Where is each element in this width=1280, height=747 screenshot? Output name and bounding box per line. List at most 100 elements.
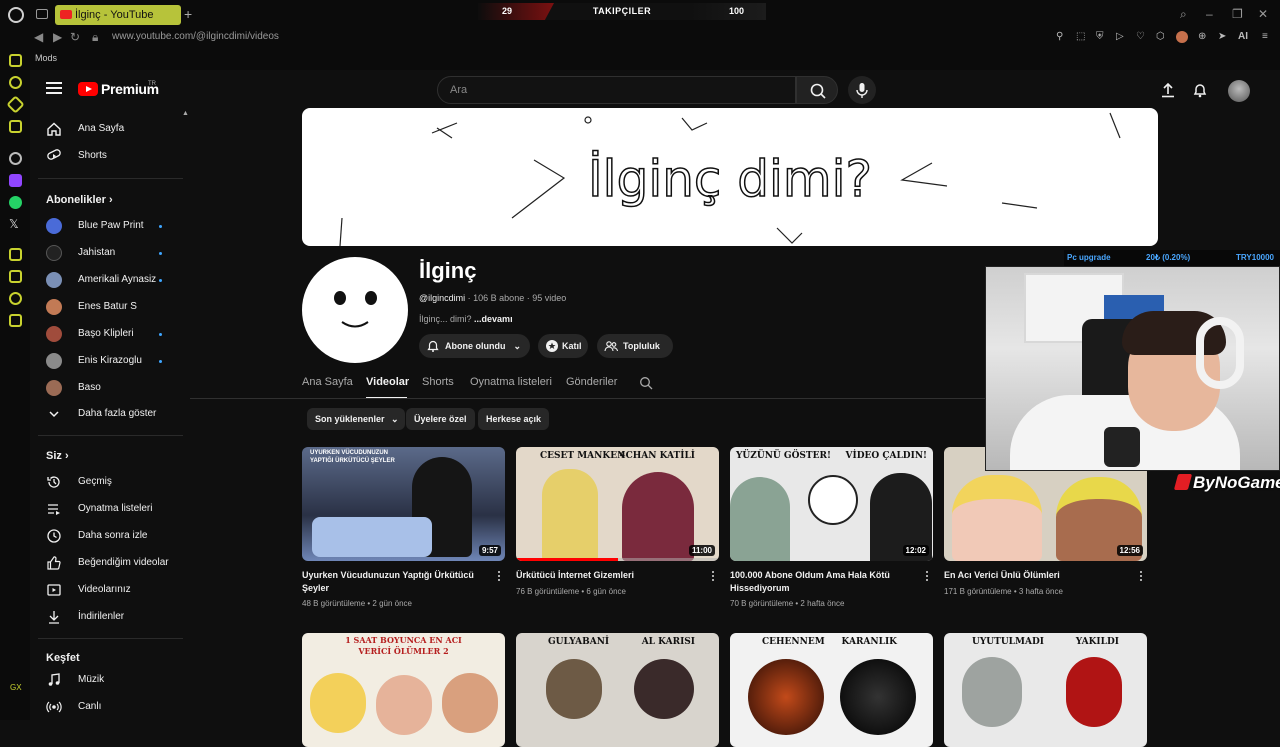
show-more-button[interactable]: Daha fazla göster [30,401,185,427]
video-thumbnail[interactable]: YÜZÜNÜ GÖSTER! VİDEO ÇALDIN! 12:02 [730,447,933,561]
guide-item-playlists[interactable]: Oynatma listeleri [30,496,185,522]
subscriptions-heading[interactable]: Abonelikler › [46,194,113,206]
send-icon[interactable]: ➤ [1218,31,1228,43]
twitch-icon[interactable] [9,174,22,187]
back-icon[interactable]: ◀ [34,30,48,44]
gx-player-icon[interactable] [9,248,22,261]
chevron-down-icon [49,411,59,418]
video-title[interactable]: Uyurken Vücudunuzun Yaptığı Ürkütücü Şey… [302,569,482,595]
maximize-icon[interactable]: ❐ [1232,8,1244,20]
account-avatar[interactable] [1228,80,1250,102]
guide-label: Geçmiş [78,476,112,487]
gx-mods-icon[interactable] [9,270,22,283]
notifications-bell-icon[interactable] [1192,82,1208,98]
new-tab-button[interactable]: + [184,6,196,22]
subscription-item[interactable]: Blue Paw Print [30,213,185,239]
community-button[interactable]: Topluluk [597,334,673,358]
guide-item-home[interactable]: Ana Sayfa [30,116,185,142]
video-thumbnail[interactable]: UYUTULMADI YAKILDI [944,633,1147,747]
cube-icon[interactable]: ⬡ [1156,31,1166,43]
gx-history-icon[interactable] [9,292,22,305]
channel-description[interactable]: İlginç... dimi? ...devamı [419,314,513,324]
video-thumbnail[interactable]: 1 SAAT BOYUNCA EN ACI VERİCİ ÖLÜMLER 2 [302,633,505,747]
guide-item-music[interactable]: Müzik [30,667,185,693]
sort-chip-latest[interactable]: Son yüklenenler ⌄ [307,408,405,430]
hamburger-menu-icon[interactable] [46,82,62,96]
vpn-icon[interactable]: ⊕ [1198,31,1208,43]
video-title[interactable]: Ürkütücü İnternet Gizemleri [516,569,696,582]
video-more-menu-icon[interactable] [1139,571,1143,583]
gx-control-icon[interactable] [9,54,22,67]
guide-item-liked[interactable]: Beğendiğim videolar [30,550,185,576]
play-icon[interactable]: ▷ [1116,31,1126,43]
subscription-item[interactable]: Jahistan [30,240,185,266]
forward-icon[interactable]: ▶ [53,30,67,44]
gx-corner-icon[interactable] [9,76,22,89]
video-thumbnail[interactable]: CEHENNEM KARANLIK [730,633,933,747]
subscription-item[interactable]: Amerikali Aynasiz [30,267,185,293]
minimize-icon[interactable]: – [1206,8,1218,20]
thumbs-up-icon [47,556,61,570]
video-duration: 12:02 [902,545,929,556]
video-thumbnail[interactable]: CESET MANKEN 4CHAN KATİLİ 11:00 [516,447,719,561]
gx-bookmarks-icon[interactable] [9,314,22,327]
shield-icon[interactable]: ⛨ [1096,31,1106,43]
subscription-item[interactable]: Başo Klipleri [30,321,185,347]
search-tabs-icon[interactable]: ⌕ [1180,8,1192,20]
subscription-item[interactable]: Enis Kirazoglu [30,348,185,374]
guide-item-downloads[interactable]: İndirilenler [30,604,185,630]
gx-hot-tabs-icon[interactable] [6,95,25,114]
you-heading[interactable]: Siz › [46,450,69,462]
tab-home[interactable]: Ana Sayfa [302,376,353,388]
menu-icon[interactable]: ≡ [1262,31,1272,43]
guide-item-history[interactable]: Geçmiş [30,469,185,495]
tab-posts[interactable]: Gönderiler [566,376,617,388]
guide-item-shorts[interactable]: Shorts [30,143,185,169]
browser-tab-active[interactable]: İlginç - YouTube [55,5,181,25]
settings-gear-icon[interactable] [9,152,22,165]
reload-icon[interactable]: ↻ [70,30,84,44]
close-icon[interactable]: ✕ [1258,8,1270,20]
subscription-item[interactable]: Baso [30,375,185,401]
guide-item-your-videos[interactable]: Videolarınız [30,577,185,603]
guide-item-live[interactable]: Canlı [30,694,185,720]
more-link[interactable]: ...devamı [474,314,513,324]
join-button[interactable]: Katıl [538,334,588,358]
bookmark-mods[interactable]: Mods [35,53,57,63]
whatsapp-icon[interactable] [9,196,22,209]
video-title[interactable]: 100.000 Abone Oldum Ama Hala Kötü Hissed… [730,569,910,595]
thumbnail-caption-right: KARANLIK [841,637,898,647]
profile-avatar-icon[interactable] [1176,31,1188,43]
video-more-menu-icon[interactable] [925,571,929,583]
gx-cleaner-icon[interactable] [9,120,22,133]
channel-search-icon[interactable] [639,376,653,390]
upload-icon[interactable] [1160,82,1176,98]
tab-playlists[interactable]: Oynatma listeleri [470,376,552,388]
pin-icon[interactable]: ⚲ [1056,31,1066,43]
ai-label[interactable]: AI [1238,31,1252,43]
video-thumbnail[interactable]: GULYABANİ AL KARISI [516,633,719,747]
guide-label: Beğendiğim videolar [78,557,169,568]
channel-avatar[interactable] [302,257,408,363]
opera-gx-logo-icon[interactable] [8,7,24,23]
tab-shorts[interactable]: Shorts [422,376,454,388]
voice-search-button[interactable] [848,76,876,104]
filter-chip-members[interactable]: Üyelere özel [406,408,475,430]
subscription-item[interactable]: Enes Batur S [30,294,185,320]
filter-chip-public[interactable]: Herkese açık [478,408,550,430]
tab-islands-icon[interactable] [36,9,48,19]
snapshot-icon[interactable]: ⬚ [1076,31,1086,43]
video-title[interactable]: En Acı Verici Ünlü Ölümleri [944,569,1124,582]
x-twitter-icon[interactable]: 𝕏 [9,218,22,231]
search-button[interactable] [796,76,838,104]
search-input[interactable] [450,82,780,98]
heart-icon[interactable]: ♡ [1136,31,1146,43]
tab-videos[interactable]: Videolar [366,376,409,388]
url-field[interactable]: www.youtube.com/@ilgincdimi/videos [112,31,279,42]
video-more-menu-icon[interactable] [711,571,715,583]
subscribed-button[interactable]: Abone olundu ⌄ [419,334,530,358]
video-thumbnail[interactable]: UYURKEN VÜCUDUNUZUN YAPTIĞI ÜRKÜTÜCÜ ŞEY… [302,447,505,561]
guide-item-watch-later[interactable]: Daha sonra izle [30,523,185,549]
bynogame-logo-icon [1173,474,1193,490]
video-more-menu-icon[interactable] [497,571,501,583]
